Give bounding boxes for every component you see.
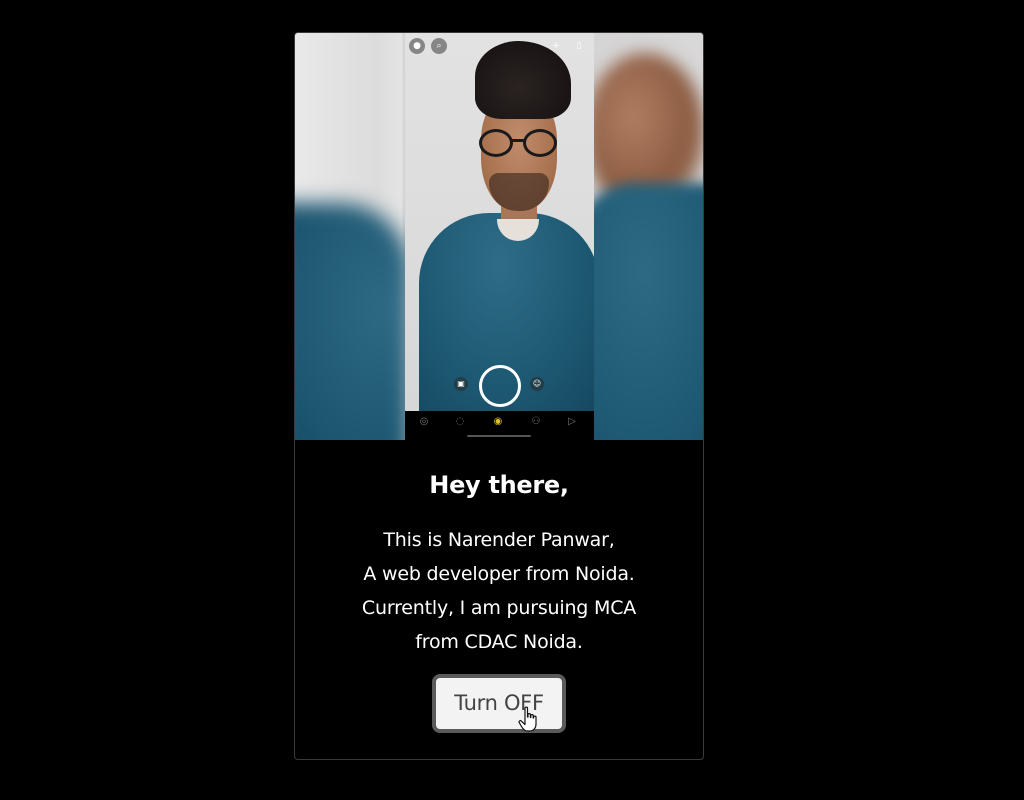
spotlight-icon: ▷ <box>568 416 576 427</box>
camera-icon: ◉ <box>493 416 503 427</box>
user-avatar-icon: ● <box>409 38 425 54</box>
profile-card: ● ⌕ + ▯ ▣ ☺ ◎ ◌ ◉ ⚇ ▷ Hey there, This is… <box>294 32 704 760</box>
capture-button-icon <box>479 365 521 407</box>
stories-icon: ⚇ <box>531 416 541 427</box>
home-indicator <box>467 435 531 437</box>
turn-off-button[interactable]: Turn OFF <box>432 674 566 733</box>
chat-icon: ◌ <box>455 416 465 427</box>
hand-pointer-cursor-icon <box>518 706 537 732</box>
flip-camera-icon: ▯ <box>576 41 582 51</box>
bio-line: from CDAC Noida. <box>415 631 583 653</box>
search-icon: ⌕ <box>431 38 447 54</box>
bio-text: This is Narender Panwar, A web developer… <box>295 523 703 659</box>
glasses <box>479 129 575 159</box>
bio-line: This is Narender Panwar, <box>383 529 615 551</box>
profile-photo: ● ⌕ + ▯ ▣ ☺ ◎ ◌ ◉ ⚇ ▷ <box>295 33 703 440</box>
map-icon: ◎ <box>419 416 429 427</box>
bio-line: A web developer from Noida. <box>363 563 635 585</box>
memories-icon: ▣ <box>454 377 468 391</box>
bio-line: Currently, I am pursuing MCA <box>361 597 637 619</box>
add-friend-icon: + <box>552 41 560 51</box>
camera-top-bar: ● ⌕ + ▯ <box>405 38 594 56</box>
greeting-heading: Hey there, <box>429 471 569 499</box>
lens-icon: ☺ <box>530 377 544 391</box>
camera-nav-bar: ◎ ◌ ◉ ⚇ ▷ <box>405 411 594 440</box>
